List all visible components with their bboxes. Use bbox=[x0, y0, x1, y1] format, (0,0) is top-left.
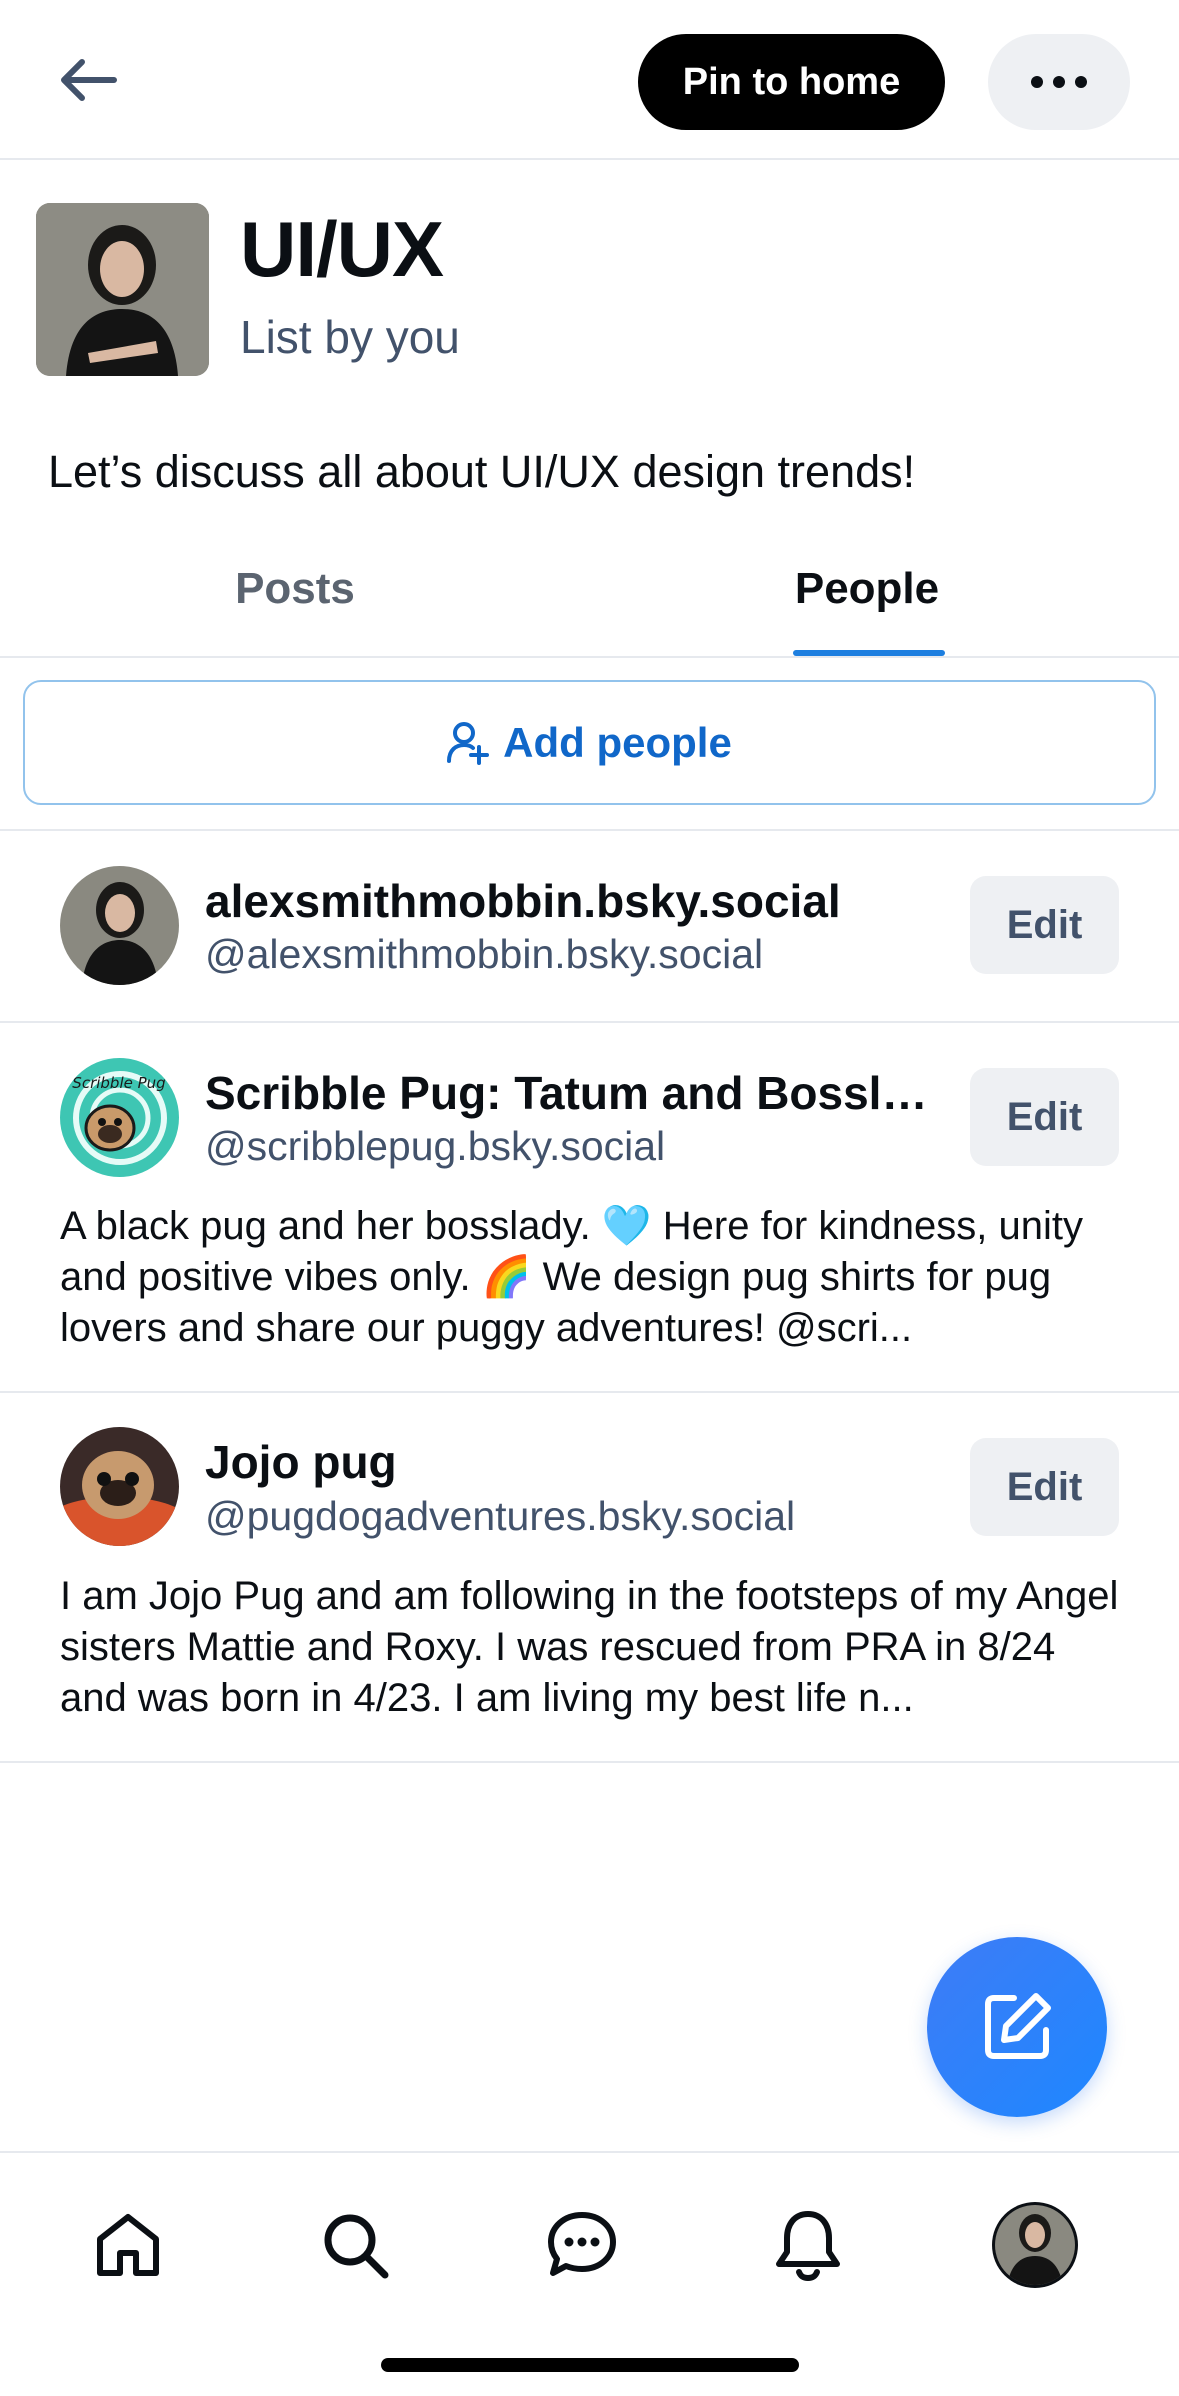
tab-people[interactable]: People bbox=[766, 544, 968, 656]
top-bar: Pin to home bbox=[0, 0, 1179, 160]
compose-icon bbox=[985, 1993, 1051, 2059]
divider bbox=[0, 1761, 1179, 1763]
svg-text:Scribble Pug: Scribble Pug bbox=[72, 1074, 165, 1092]
list-member-row[interactable]: Scribble Pug Scribble Pug: Tatum and Bos… bbox=[0, 1023, 1179, 1391]
search-icon bbox=[324, 2214, 389, 2279]
avatar[interactable]: Scribble Pug bbox=[60, 1058, 179, 1177]
add-people-label: Add people bbox=[503, 718, 732, 766]
active-tab-indicator bbox=[793, 650, 945, 656]
pin-to-home-button[interactable]: Pin to home bbox=[638, 34, 945, 130]
more-options-button[interactable] bbox=[988, 34, 1130, 130]
add-people-button[interactable]: Add people bbox=[23, 680, 1156, 805]
ellipsis-icon bbox=[1031, 76, 1043, 88]
edit-button[interactable]: Edit bbox=[970, 1438, 1119, 1536]
member-bio: I am Jojo Pug and am following in the fo… bbox=[60, 1574, 1119, 1720]
nav-notifications[interactable] bbox=[758, 2195, 858, 2295]
add-person-icon bbox=[447, 721, 490, 765]
nav-profile[interactable] bbox=[985, 2195, 1085, 2295]
avatar[interactable] bbox=[60, 1427, 179, 1546]
profile-avatar bbox=[992, 2202, 1078, 2288]
member-handle: @scribblepug.bsky.social bbox=[205, 1123, 666, 1169]
list-title: UI/UX bbox=[240, 205, 444, 293]
member-name: alexsmithmobbin.bsky.social bbox=[205, 875, 841, 927]
member-name: Scribble Pug: Tatum and Bossla... bbox=[205, 1067, 935, 1119]
member-handle: @pugdogadventures.bsky.social bbox=[205, 1493, 796, 1539]
arrow-left-icon bbox=[61, 59, 117, 101]
avatar[interactable] bbox=[60, 866, 179, 985]
compose-post-button[interactable] bbox=[927, 1937, 1107, 2117]
member-handle: @alexsmithmobbin.bsky.social bbox=[205, 931, 764, 977]
home-indicator bbox=[381, 2358, 799, 2372]
chat-icon bbox=[548, 2212, 616, 2276]
list-member-row[interactable]: alexsmithmobbin.bsky.social @alexsmithmo… bbox=[0, 831, 1179, 1021]
member-name: Jojo pug bbox=[205, 1436, 397, 1488]
bell-icon bbox=[776, 2211, 840, 2282]
home-icon bbox=[97, 2214, 159, 2276]
list-subtitle: List by you bbox=[240, 311, 460, 363]
tab-bar: Posts People bbox=[0, 544, 1179, 658]
list-avatar bbox=[36, 203, 209, 376]
list-description: Let’s discuss all about UI/UX design tre… bbox=[48, 446, 916, 497]
tab-posts[interactable]: Posts bbox=[180, 544, 410, 656]
nav-search[interactable] bbox=[305, 2195, 405, 2295]
list-member-row[interactable]: Jojo pug @pugdogadventures.bsky.social E… bbox=[0, 1393, 1179, 1761]
back-button[interactable] bbox=[40, 40, 136, 120]
member-bio: A black pug and her bosslady. 🩵 Here for… bbox=[60, 1204, 1083, 1350]
edit-button[interactable]: Edit bbox=[970, 876, 1119, 974]
nav-home[interactable] bbox=[78, 2195, 178, 2295]
nav-chat[interactable] bbox=[532, 2195, 632, 2295]
edit-button[interactable]: Edit bbox=[970, 1068, 1119, 1166]
